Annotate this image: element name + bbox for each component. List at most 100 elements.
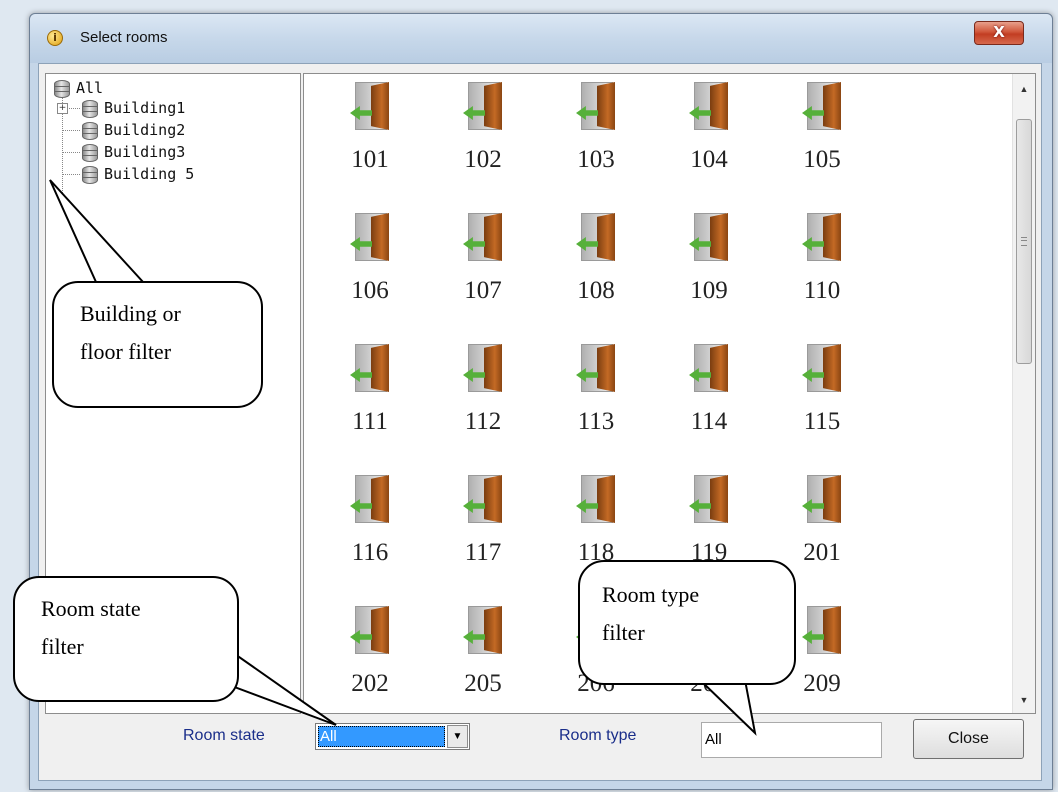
- room-number: 102: [464, 146, 502, 173]
- room-tile[interactable]: 101: [322, 76, 418, 186]
- room-state-value: All: [318, 726, 445, 747]
- tree-connector: [62, 174, 80, 175]
- door-icon: [802, 606, 841, 654]
- tree-node-building-3[interactable]: Building3: [104, 143, 185, 161]
- room-tile[interactable]: 115: [774, 338, 870, 448]
- door-icon: [689, 344, 728, 392]
- callout-text: Room type: [602, 582, 700, 607]
- callout-text: Building or: [80, 301, 181, 326]
- database-icon: [82, 100, 98, 118]
- room-number: 108: [577, 277, 615, 304]
- room-tile[interactable]: 114: [661, 338, 757, 448]
- room-number: 202: [351, 670, 389, 697]
- door-icon: [802, 475, 841, 523]
- room-tile[interactable]: 112: [435, 338, 531, 448]
- room-number: 109: [690, 277, 728, 304]
- title-bar[interactable]: i Select rooms X: [30, 14, 1052, 63]
- room-number: 201: [803, 539, 841, 566]
- close-button-label: Close: [948, 730, 989, 747]
- tree-node-building-5[interactable]: Building 5: [104, 165, 194, 183]
- door-icon: [463, 213, 502, 261]
- room-state-label: Room state: [183, 727, 265, 744]
- door-icon: [576, 213, 615, 261]
- database-icon: [82, 166, 98, 184]
- door-icon: [350, 82, 389, 130]
- tree-node-building-1[interactable]: Building1: [104, 99, 185, 117]
- room-state-filter-callout: Room state filter: [13, 576, 239, 702]
- room-tile[interactable]: 102: [435, 76, 531, 186]
- tree-node-building-2[interactable]: Building2: [104, 121, 185, 139]
- room-type-filter-callout: Room type filter: [578, 560, 796, 685]
- door-icon: [463, 344, 502, 392]
- room-tile[interactable]: 201: [774, 469, 870, 579]
- room-tile[interactable]: 105: [774, 76, 870, 186]
- window-title: Select rooms: [80, 29, 168, 46]
- door-icon: [689, 475, 728, 523]
- room-tile[interactable]: 108: [548, 207, 644, 317]
- room-tile[interactable]: 111: [322, 338, 418, 448]
- room-tile[interactable]: 106: [322, 207, 418, 317]
- tree-connector: [62, 130, 80, 131]
- tree-connector: [62, 152, 80, 153]
- room-tile[interactable]: 117: [435, 469, 531, 579]
- callout-text: filter: [602, 620, 645, 645]
- callout-text: filter: [41, 634, 84, 659]
- room-tile[interactable]: 104: [661, 76, 757, 186]
- callout-text: floor filter: [80, 339, 172, 364]
- room-tile[interactable]: 103: [548, 76, 644, 186]
- room-tile[interactable]: 202: [322, 600, 418, 710]
- scroll-up-arrow-icon[interactable]: ▲: [1013, 80, 1035, 98]
- close-button[interactable]: Close: [913, 719, 1024, 759]
- door-icon: [463, 475, 502, 523]
- door-icon: [802, 344, 841, 392]
- room-tile[interactable]: 109: [661, 207, 757, 317]
- door-icon: [689, 213, 728, 261]
- room-number: 104: [690, 146, 728, 173]
- room-tile[interactable]: 113: [548, 338, 644, 448]
- room-number: 107: [464, 277, 502, 304]
- info-icon: i: [47, 30, 63, 46]
- room-number: 117: [464, 539, 502, 566]
- dropdown-arrow-icon[interactable]: ▼: [447, 725, 468, 748]
- callout-text: Room state: [41, 596, 141, 621]
- door-icon: [576, 344, 615, 392]
- room-tile[interactable]: 116: [322, 469, 418, 579]
- room-number: 106: [351, 277, 389, 304]
- room-number: 111: [352, 408, 388, 435]
- door-icon: [463, 606, 502, 654]
- room-tile[interactable]: 107: [435, 207, 531, 317]
- room-number: 110: [803, 277, 841, 304]
- door-icon: [350, 213, 389, 261]
- room-number: 114: [690, 408, 728, 435]
- door-icon: [350, 344, 389, 392]
- database-icon: [54, 80, 70, 98]
- tree-node-all[interactable]: All: [76, 79, 103, 97]
- building-filter-callout: Building or floor filter: [52, 281, 263, 408]
- door-icon: [802, 82, 841, 130]
- room-number: 116: [351, 539, 389, 566]
- room-type-input[interactable]: All: [701, 722, 882, 758]
- door-icon: [576, 475, 615, 523]
- room-number: 101: [351, 146, 389, 173]
- door-icon: [576, 82, 615, 130]
- database-icon: [82, 144, 98, 162]
- room-number: 112: [464, 408, 502, 435]
- room-tile[interactable]: 110: [774, 207, 870, 317]
- room-tile[interactable]: 205: [435, 600, 531, 710]
- door-icon: [689, 82, 728, 130]
- room-number: 105: [803, 146, 841, 173]
- scroll-down-arrow-icon[interactable]: ▼: [1013, 691, 1035, 709]
- window-close-button[interactable]: X: [974, 21, 1024, 45]
- scroll-thumb[interactable]: [1016, 119, 1032, 364]
- room-state-select[interactable]: All ▼: [315, 723, 470, 750]
- door-icon: [350, 606, 389, 654]
- grip-icon: [1021, 237, 1027, 246]
- room-number: 115: [803, 408, 841, 435]
- door-icon: [802, 213, 841, 261]
- room-type-label: Room type: [559, 727, 637, 744]
- room-number: 113: [577, 408, 615, 435]
- door-icon: [350, 475, 389, 523]
- database-icon: [82, 122, 98, 140]
- vertical-scrollbar[interactable]: ▲ ▼: [1012, 74, 1035, 713]
- expand-plus-icon[interactable]: +: [57, 103, 68, 114]
